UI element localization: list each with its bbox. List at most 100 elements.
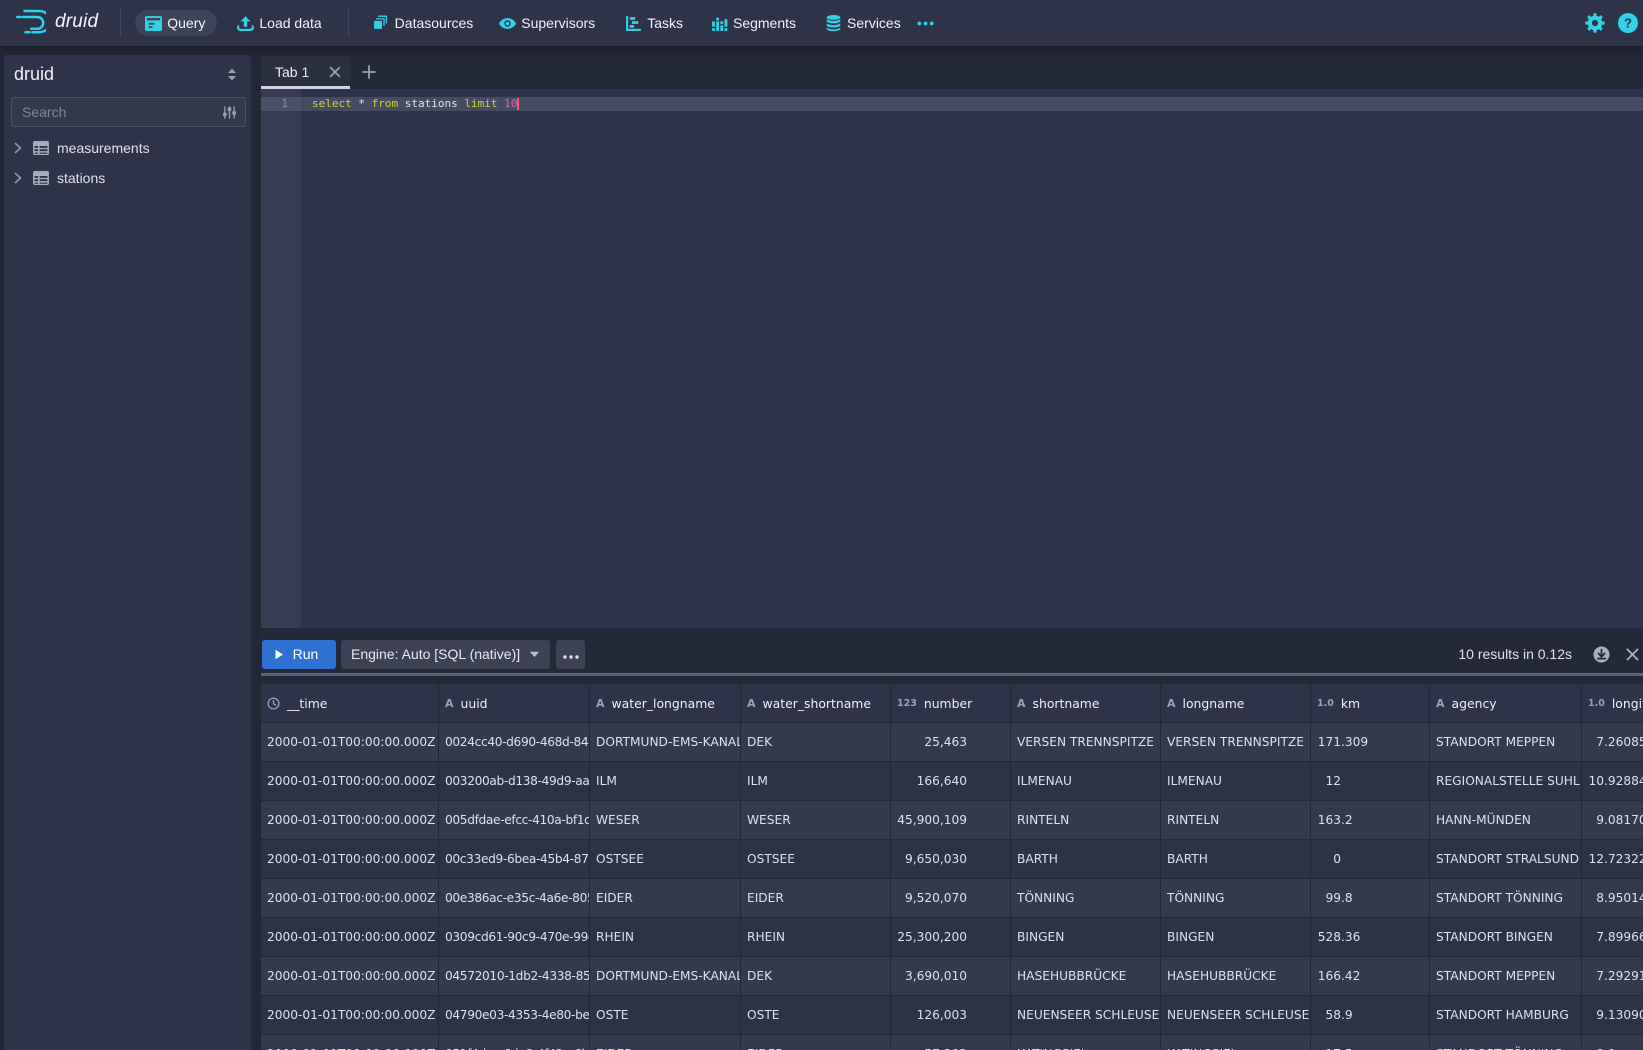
cell-longname[interactable]: RINTELN <box>1161 801 1311 840</box>
cell-longitude[interactable]: 7.8996677 <box>1582 918 1643 957</box>
settings-button[interactable] <box>1585 13 1605 33</box>
search-input[interactable] <box>12 104 222 120</box>
cell-shortname[interactable]: RINTELN <box>1011 801 1161 840</box>
cell-agency[interactable]: HANN-MÜNDEN <box>1430 801 1582 840</box>
cell-water_longname[interactable]: ILM <box>590 762 741 801</box>
cell-longname[interactable]: ILMENAU <box>1161 762 1311 801</box>
cell-__time[interactable]: 2000-01-01T00:00:00.000Z <box>261 918 439 957</box>
cell-water_longname[interactable]: OSTSEE <box>590 840 741 879</box>
cell-agency[interactable]: REGIONALSTELLE SUHL <box>1430 762 1582 801</box>
column-header-longname[interactable]: Alongname <box>1161 684 1311 723</box>
cell-longitude[interactable]: 7.2608565 <box>1582 723 1643 762</box>
cell-shortname[interactable]: BINGEN <box>1011 918 1161 957</box>
cell-longname[interactable]: NEUENSEER SCHLEUSEN <box>1161 996 1311 1035</box>
cell-km[interactable]: 0 <box>1311 840 1430 879</box>
cell-water_shortname[interactable]: OSTE <box>741 996 891 1035</box>
nav-item-load-data[interactable]: Load data <box>237 10 321 36</box>
help-button[interactable]: ? <box>1618 13 1638 33</box>
cell-longitude[interactable]: 8.9 <box>1582 1035 1643 1050</box>
sql-editor[interactable]: 1 select * from stations limit 10 <box>261 89 1643 628</box>
nav-item-segments[interactable]: Segments <box>711 10 796 36</box>
engine-select-button[interactable]: Engine: Auto [SQL (native)] <box>341 640 550 669</box>
cell-number[interactable]: 9,650,030 <box>891 840 1011 879</box>
column-header-agency[interactable]: Aagency <box>1430 684 1582 723</box>
nav-item-supervisors[interactable]: Supervisors <box>499 10 595 36</box>
download-results-button[interactable] <box>1593 646 1610 663</box>
cell-uuid[interactable]: 00c33ed9-6bea-45b4-871c-7a12e22b2b4e <box>439 840 590 879</box>
cell-water_shortname[interactable]: ILM <box>741 762 891 801</box>
cell-agency[interactable]: STANDORT BINGEN <box>1430 918 1582 957</box>
cell-number[interactable]: 166,640 <box>891 762 1011 801</box>
nav-item-services[interactable]: Services <box>825 10 901 36</box>
cell-longitude[interactable]: 7.2929131 <box>1582 957 1643 996</box>
nav-item-datasources[interactable]: Datasources <box>373 10 474 36</box>
cell-__time[interactable]: 2000-01-01T00:00:00.000Z <box>261 762 439 801</box>
cell-__time[interactable]: 2000-01-01T00:00:00.000Z <box>261 723 439 762</box>
column-header-number[interactable]: 123number <box>891 684 1011 723</box>
tree-item-measurements[interactable]: measurements <box>4 133 251 163</box>
cell-water_shortname[interactable]: WESER <box>741 801 891 840</box>
add-tab-button[interactable] <box>358 55 380 89</box>
close-results-button[interactable] <box>1626 648 1639 661</box>
cell-water_shortname[interactable]: RHEIN <box>741 918 891 957</box>
cell-shortname[interactable]: ILMENAU <box>1011 762 1161 801</box>
cell-agency[interactable]: STANDORT STRALSUND <box>1430 840 1582 879</box>
double-caret-vertical-icon[interactable] <box>226 68 238 81</box>
query-tab[interactable]: Tab 1 <box>261 56 350 87</box>
cell-km[interactable]: 58.9 <box>1311 996 1430 1035</box>
cell-uuid[interactable]: 003200ab-d138-49d9-aa83-ca8663c2bbd3 <box>439 762 590 801</box>
tab-close-button[interactable] <box>329 66 341 78</box>
cell-__time[interactable]: 2000-01-01T00:00:00.000Z <box>261 1035 439 1050</box>
cell-shortname[interactable]: HASEHUBBRÜCKE <box>1011 957 1161 996</box>
cell-water_longname[interactable]: EIDER <box>590 879 741 918</box>
run-button[interactable]: Run <box>262 640 336 669</box>
cell-number[interactable]: 3,690,010 <box>891 957 1011 996</box>
cell-uuid[interactable]: 005dfdae-efcc-410a-bf1d-2cdbe305e7d8 <box>439 801 590 840</box>
column-header-shortname[interactable]: Ashortname <box>1011 684 1161 723</box>
cell-uuid[interactable]: 0309cd61-90c9-470e-99d0-7e3c3c0a51a4 <box>439 918 590 957</box>
nav-item-more[interactable] <box>917 10 934 36</box>
cell-km[interactable]: 166.42 <box>1311 957 1430 996</box>
cell-water_shortname[interactable]: DEK <box>741 957 891 996</box>
cell-water_longname[interactable]: WESER <box>590 801 741 840</box>
cell-water_longname[interactable]: EIDER <box>590 1035 741 1050</box>
cell-uuid[interactable]: 051f4dca-6da8-4f42-a6b2-5a2c36e9e4b1 <box>439 1035 590 1050</box>
cell-km[interactable]: 528.36 <box>1311 918 1430 957</box>
column-header-uuid[interactable]: Auuid <box>439 684 590 723</box>
cell-uuid[interactable]: 00e386ac-e35c-4a6e-805f-49eab9b8d2b0 <box>439 879 590 918</box>
cell-water_shortname[interactable]: DEK <box>741 723 891 762</box>
cell-__time[interactable]: 2000-01-01T00:00:00.000Z <box>261 957 439 996</box>
druid-logo[interactable]: druid <box>16 9 98 35</box>
column-header-water_longname[interactable]: Awater_longname <box>590 684 741 723</box>
cell-longitude[interactable]: 9.1309031 <box>1582 996 1643 1035</box>
cell-number[interactable]: 9,520,070 <box>891 879 1011 918</box>
cell-longitude[interactable]: 10.9288437 <box>1582 762 1643 801</box>
cell-agency[interactable]: STANDORT TÖNNING <box>1430 1035 1582 1050</box>
cell-water_longname[interactable]: RHEIN <box>590 918 741 957</box>
cell-km[interactable]: 99.8 <box>1311 879 1430 918</box>
cell-longname[interactable]: KATINGSIEL <box>1161 1035 1311 1050</box>
cell-longname[interactable]: TÖNNING <box>1161 879 1311 918</box>
cell-longitude[interactable]: 9.0817044 <box>1582 801 1643 840</box>
cell-number[interactable]: 126,003 <box>891 996 1011 1035</box>
column-header-longitude[interactable]: 1.0longitude <box>1582 684 1643 723</box>
cell-__time[interactable]: 2000-01-01T00:00:00.000Z <box>261 801 439 840</box>
cell-agency[interactable]: STANDORT TÖNNING <box>1430 879 1582 918</box>
cell-water_shortname[interactable]: OSTSEE <box>741 840 891 879</box>
cell-water_longname[interactable]: DORTMUND-EMS-KANAL <box>590 957 741 996</box>
cell-uuid[interactable]: 04790e03-4353-4e80-bea4-66b5e4a163cc <box>439 996 590 1035</box>
more-options-button[interactable] <box>556 640 585 669</box>
filter-sliders-icon[interactable] <box>222 105 245 120</box>
cell-number[interactable]: 57,202 <box>891 1035 1011 1050</box>
column-header-km[interactable]: 1.0km <box>1311 684 1430 723</box>
cell-shortname[interactable]: NEUENSEER SCHLEUSEN <box>1011 996 1161 1035</box>
cell-agency[interactable]: STANDORT MEPPEN <box>1430 957 1582 996</box>
cell-water_shortname[interactable]: EIDER <box>741 879 891 918</box>
cell-km[interactable]: 12 <box>1311 762 1430 801</box>
cell-longitude[interactable]: 8.9501496 <box>1582 879 1643 918</box>
cell-number[interactable]: 25,300,200 <box>891 918 1011 957</box>
cell-agency[interactable]: STANDORT HAMBURG <box>1430 996 1582 1035</box>
cell-longname[interactable]: BARTH <box>1161 840 1311 879</box>
cell-__time[interactable]: 2000-01-01T00:00:00.000Z <box>261 840 439 879</box>
cell-agency[interactable]: STANDORT MEPPEN <box>1430 723 1582 762</box>
